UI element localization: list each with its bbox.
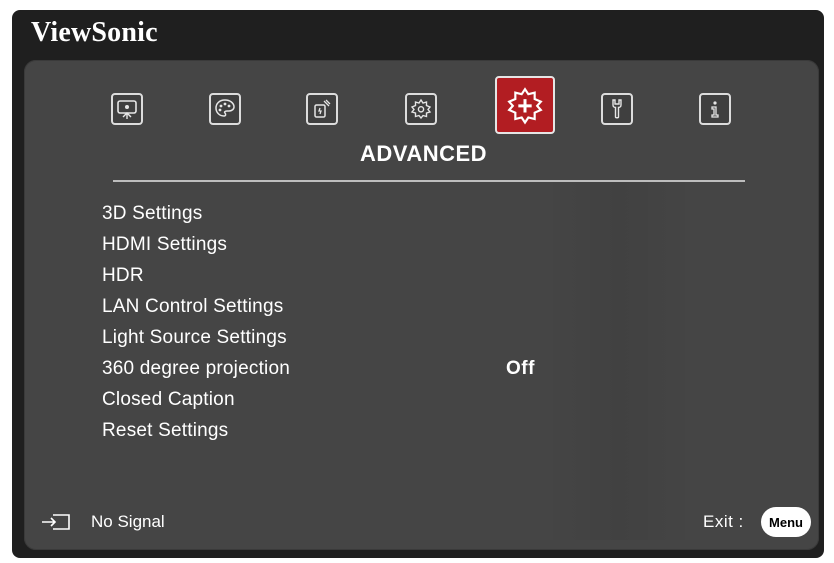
info-icon xyxy=(711,101,719,118)
tab-advanced[interactable] xyxy=(495,76,555,134)
menu-button[interactable]: Menu xyxy=(761,507,811,537)
section-title: ADVANCED xyxy=(360,141,488,166)
tab-basic[interactable] xyxy=(405,93,437,125)
menu-item-lan-control-settings[interactable]: LAN Control Settings xyxy=(102,296,283,318)
palette-icon xyxy=(215,99,235,117)
gear-icon xyxy=(410,98,432,120)
tab-display[interactable] xyxy=(111,93,143,125)
tab-system[interactable] xyxy=(601,93,633,125)
advanced-gear-icon xyxy=(507,87,543,125)
tab-information[interactable] xyxy=(699,93,731,125)
menu-item-3d-settings[interactable]: 3D Settings xyxy=(102,203,202,225)
input-source-icon xyxy=(42,514,70,530)
display-icon xyxy=(117,100,137,119)
brand-logo: ViewSonic xyxy=(31,17,158,48)
tab-power[interactable] xyxy=(306,93,338,125)
menu-item-hdmi-settings[interactable]: HDMI Settings xyxy=(102,234,227,256)
tab-picture[interactable] xyxy=(209,93,241,125)
menu-item-360-degree-projection[interactable]: 360 degree projection xyxy=(102,358,290,380)
power-management-icon xyxy=(314,99,331,118)
menu-item-light-source-settings[interactable]: Light Source Settings xyxy=(102,327,287,349)
menu-item-closed-caption[interactable]: Closed Caption xyxy=(102,389,235,411)
setting-value-360-projection[interactable]: Off xyxy=(506,358,535,380)
wrench-icon xyxy=(612,99,622,119)
exit-label: Exit : xyxy=(703,512,744,531)
menu-item-reset-settings[interactable]: Reset Settings xyxy=(102,420,228,442)
menu-item-hdr[interactable]: HDR xyxy=(102,265,144,287)
divider xyxy=(113,180,745,182)
signal-status: No Signal xyxy=(91,512,165,531)
